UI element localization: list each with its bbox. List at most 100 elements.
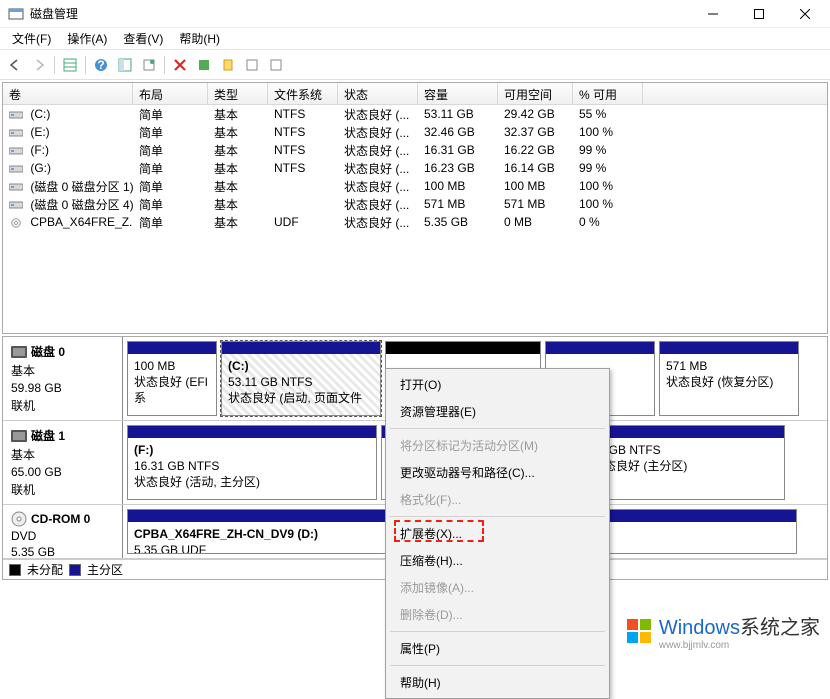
table-cell: 571 MB (418, 196, 498, 212)
partition[interactable]: (C:)53.11 GB NTFS状态良好 (启动, 页面文件 (221, 341, 381, 416)
toolbar-separator (85, 56, 86, 74)
new-button[interactable] (217, 54, 239, 76)
table-cell: (磁盘 0 磁盘分区 1) (3, 177, 133, 196)
partition-color-bar (128, 342, 216, 354)
context-menu[interactable]: 打开(O)资源管理器(E)将分区标记为活动分区(M)更改驱动器号和路径(C)..… (385, 368, 610, 699)
table-cell: 571 MB (498, 196, 573, 212)
partition[interactable]: 571 MB状态良好 (恢复分区) (659, 341, 799, 416)
table-cell: NTFS (268, 160, 338, 176)
table-cell: 55 % (573, 106, 643, 122)
table-cell: (F:) (3, 142, 133, 158)
column-header[interactable]: 文件系统 (268, 83, 338, 104)
legend-primary-box (69, 564, 81, 576)
column-header[interactable]: 状态 (338, 83, 418, 104)
legend-primary-label: 主分区 (87, 561, 123, 578)
table-row[interactable]: (磁盘 0 磁盘分区 4)简单基本状态良好 (...571 MB571 MB10… (3, 195, 827, 213)
action-button[interactable] (193, 54, 215, 76)
disk-type: 基本 (11, 446, 114, 463)
highlight-box (394, 520, 484, 542)
disk-info[interactable]: 磁盘 1基本65.00 GB联机 (3, 421, 123, 504)
table-row[interactable]: (C:)简单基本NTFS状态良好 (...53.11 GB29.42 GB55 … (3, 105, 827, 123)
table-cell: 简单 (133, 159, 208, 178)
toolbar-panel-button[interactable] (114, 54, 136, 76)
table-row[interactable]: (E:)简单基本NTFS状态良好 (...32.46 GB32.37 GB100… (3, 123, 827, 141)
disk-type: DVD (11, 529, 114, 543)
context-menu-item[interactable]: 属性(P) (388, 635, 607, 662)
table-row[interactable]: (G:)简单基本NTFS状态良好 (...16.23 GB16.14 GB99 … (3, 159, 827, 177)
column-header[interactable]: 可用空间 (498, 83, 573, 104)
disk-info[interactable]: 磁盘 0基本59.98 GB联机 (3, 337, 123, 420)
table-cell: 状态良好 (... (338, 105, 418, 124)
table-cell: NTFS (268, 106, 338, 122)
menu-action[interactable]: 操作(A) (59, 28, 115, 49)
context-menu-item[interactable]: 帮助(H) (388, 669, 607, 696)
partition[interactable]: (F:)16.31 GB NTFS状态良好 (活动, 主分区) (127, 425, 377, 500)
maximize-button[interactable] (736, 0, 782, 28)
table-cell: 简单 (133, 195, 208, 214)
table-cell: 100 % (573, 196, 643, 212)
table-cell: 32.37 GB (498, 124, 573, 140)
toolbar-button[interactable] (265, 54, 287, 76)
table-cell: 状态良好 (... (338, 159, 418, 178)
menu-view[interactable]: 查看(V) (115, 28, 171, 49)
column-header[interactable]: 卷 (3, 83, 133, 104)
partition-body: 46 GB NTFS状态良好 (主分区) (586, 438, 784, 499)
table-cell: UDF (268, 214, 338, 230)
column-header[interactable]: 类型 (208, 83, 268, 104)
disk-name: 磁盘 0 (31, 343, 65, 360)
context-menu-item[interactable]: 更改驱动器号和路径(C)... (388, 459, 607, 486)
table-cell: 16.22 GB (498, 142, 573, 158)
svg-text:?: ? (97, 58, 104, 72)
watermark-url: www.bjjmlv.com (659, 640, 820, 651)
partition[interactable]: 100 MB状态良好 (EFI 系 (127, 341, 217, 416)
toolbar-separator (164, 56, 165, 74)
context-menu-item[interactable]: 压缩卷(H)... (388, 547, 607, 574)
title-bar: 磁盘管理 (0, 0, 830, 28)
view-list-button[interactable] (59, 54, 81, 76)
partition[interactable]: 46 GB NTFS状态良好 (主分区) (585, 425, 785, 500)
menu-separator (390, 516, 605, 517)
table-cell: 5.35 GB (418, 214, 498, 230)
partition-color-bar (660, 342, 798, 354)
menu-file[interactable]: 文件(F) (4, 28, 59, 49)
table-cell: 状态良好 (... (338, 141, 418, 160)
delete-button[interactable] (169, 54, 191, 76)
app-icon (8, 6, 24, 22)
table-cell: 100 % (573, 178, 643, 194)
windows-logo-icon (625, 617, 653, 645)
column-header[interactable]: 布局 (133, 83, 208, 104)
partition-body: 100 MB状态良好 (EFI 系 (128, 354, 216, 415)
disk-name: CD-ROM 0 (31, 512, 90, 526)
context-menu-item[interactable]: 扩展卷(X)... (388, 520, 607, 547)
menu-separator (390, 428, 605, 429)
back-button[interactable] (4, 54, 26, 76)
disk-state: 联机 (11, 397, 114, 414)
table-cell: 53.11 GB (418, 106, 498, 122)
table-row[interactable]: CPBA_X64FRE_Z...简单基本UDF状态良好 (...5.35 GB0… (3, 213, 827, 231)
menu-separator (390, 631, 605, 632)
volume-list-pane: 卷布局类型文件系统状态容量可用空间% 可用 (C:)简单基本NTFS状态良好 (… (2, 82, 828, 334)
column-header[interactable]: % 可用 (573, 83, 643, 104)
table-cell: (C:) (3, 106, 133, 122)
table-row[interactable]: (F:)简单基本NTFS状态良好 (...16.31 GB16.22 GB99 … (3, 141, 827, 159)
table-cell: 状态良好 (... (338, 177, 418, 196)
context-menu-item[interactable]: 资源管理器(E) (388, 398, 607, 425)
toolbar-button[interactable] (241, 54, 263, 76)
help-button[interactable]: ? (90, 54, 112, 76)
table-cell: 基本 (208, 105, 268, 124)
column-header[interactable]: 容量 (418, 83, 498, 104)
forward-button[interactable] (28, 54, 50, 76)
legend-unalloc-label: 未分配 (27, 561, 63, 578)
table-row[interactable]: (磁盘 0 磁盘分区 1)简单基本状态良好 (...100 MB100 MB10… (3, 177, 827, 195)
table-cell: 基本 (208, 195, 268, 214)
table-cell: (E:) (3, 124, 133, 140)
context-menu-item[interactable]: 打开(O) (388, 371, 607, 398)
minimize-button[interactable] (690, 0, 736, 28)
disk-info[interactable]: CD-ROM 0DVD5.35 GB (3, 505, 123, 558)
menu-help[interactable]: 帮助(H) (171, 28, 228, 49)
close-button[interactable] (782, 0, 828, 28)
refresh-button[interactable] (138, 54, 160, 76)
partition-color-bar (546, 342, 654, 354)
disk-type: 基本 (11, 362, 114, 379)
table-cell: 基本 (208, 159, 268, 178)
